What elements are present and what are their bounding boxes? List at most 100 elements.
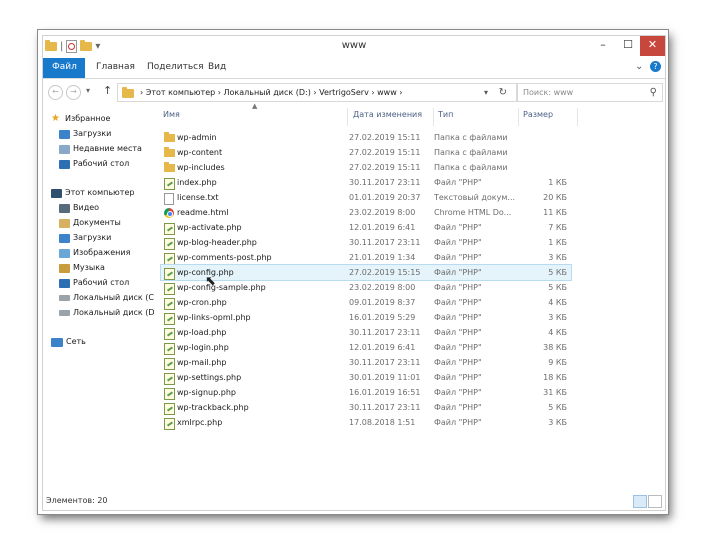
large-icons-view-button[interactable] (648, 495, 662, 508)
search-input[interactable]: Поиск: www ⚲ (517, 83, 663, 102)
file-type: Папка с файлами (434, 163, 508, 172)
address-dropdown-icon[interactable]: ▾ (484, 84, 488, 101)
file-date: 12.01.2019 6:41 (349, 343, 416, 352)
sidebar-item-drive-d[interactable]: Локальный диск (D (59, 306, 155, 320)
file-date: 27.02.2019 15:15 (349, 268, 421, 277)
sidebar-item-desktop-pc[interactable]: Рабочий стол (59, 276, 129, 290)
refresh-icon[interactable]: ↻ (499, 84, 507, 101)
file-type: Файл "PHP" (434, 178, 482, 187)
help-icon[interactable]: ? (650, 61, 661, 72)
downloads-icon (59, 233, 70, 243)
php-file-icon (164, 268, 175, 280)
file-size: 5 КБ (548, 268, 567, 277)
file-row[interactable]: license.txt 01.01.2019 20:37 Текстовый док… (161, 190, 571, 205)
tab-home[interactable]: Главная (87, 58, 144, 78)
file-name: wp-comments-post.php (177, 253, 272, 262)
sidebar-item-documents[interactable]: Документы (59, 216, 121, 230)
recent-locations-icon[interactable]: ▾ (86, 86, 90, 95)
folder-icon (164, 132, 175, 142)
back-button[interactable]: ← (48, 85, 63, 100)
file-date: 16.01.2019 5:29 (349, 313, 416, 322)
column-divider[interactable] (433, 108, 434, 126)
file-type: Файл "PHP" (434, 223, 482, 232)
up-button[interactable]: ↑ (103, 84, 112, 97)
sidebar-item-label: Локальный диск (C (73, 293, 154, 302)
file-name: wp-config-sample.php (177, 283, 266, 292)
file-date: 16.01.2019 16:51 (349, 388, 421, 397)
sidebar-item-pictures[interactable]: Изображения (59, 246, 130, 260)
file-name: wp-links-opml.php (177, 313, 251, 322)
file-name: wp-blog-header.php (177, 238, 257, 247)
file-row[interactable]: wp-activate.php 12.01.2019 6:41 Файл "PHP"… (161, 220, 571, 235)
file-row[interactable]: wp-includes 27.02.2019 15:11 Папка с файла… (161, 160, 571, 175)
sidebar-item-videos[interactable]: Видео (59, 201, 99, 215)
expand-ribbon-icon[interactable]: ⌄ (635, 61, 643, 72)
window-title: www (341, 40, 367, 51)
file-size: 3 КБ (548, 313, 567, 322)
file-row[interactable]: wp-mail.php 30.11.2017 23:11 Файл "PHP" 9 К… (161, 355, 571, 370)
sidebar-item-desktop[interactable]: Рабочий стол (59, 157, 129, 171)
file-row[interactable]: index.php 30.11.2017 23:11 Файл "PHP" 1 КБ (161, 175, 571, 190)
details-view-button[interactable] (633, 495, 647, 508)
file-row[interactable]: wp-comments-post.php 21.01.2019 1:34 Файл … (161, 250, 571, 265)
sidebar-item-downloads[interactable]: Загрузки (59, 127, 111, 141)
sidebar-favorites[interactable]: ★ Избранное (51, 112, 110, 126)
php-file-icon (164, 403, 175, 415)
minimize-button[interactable]: – (591, 36, 615, 56)
column-divider[interactable] (347, 108, 348, 126)
file-row[interactable]: wp-content 27.02.2019 15:11 Папка с файлам… (161, 145, 571, 160)
file-size: 5 КБ (548, 283, 567, 292)
file-type: Файл "PHP" (434, 343, 482, 352)
tab-view[interactable]: Вид (199, 58, 235, 78)
file-size: 1 КБ (548, 238, 567, 247)
column-header-type[interactable]: Тип (438, 110, 453, 119)
title-bar: | ▾ www – ☐ ✕ (43, 36, 665, 58)
file-row[interactable]: wp-cron.php 09.01.2019 8:37 Файл "PHP" 4 КБ (161, 295, 571, 310)
file-row[interactable]: wp-load.php 30.11.2017 23:11 Файл "PHP" 4 К… (161, 325, 571, 340)
file-row[interactable]: wp-links-opml.php 16.01.2019 5:29 Файл "PH… (161, 310, 571, 325)
file-row[interactable]: wp-settings.php 30.01.2019 11:01 Файл "PHP… (161, 370, 571, 385)
close-button[interactable]: ✕ (640, 36, 665, 56)
file-name: wp-signup.php (177, 388, 236, 397)
videos-icon (59, 203, 70, 213)
file-date: 30.11.2017 23:11 (349, 178, 421, 187)
address-bar[interactable]: › Этот компьютер › Локальный диск (D:) ›… (117, 83, 517, 102)
file-date: 27.02.2019 15:11 (349, 133, 421, 142)
drive-icon (59, 310, 70, 316)
file-type: Файл "PHP" (434, 403, 482, 412)
sidebar-item-music[interactable]: Музыка (59, 261, 105, 275)
breadcrumb[interactable]: › Этот компьютер › Локальный диск (D:) ›… (140, 84, 402, 101)
file-name: wp-mail.php (177, 358, 227, 367)
column-divider[interactable] (577, 108, 578, 126)
file-date: 23.02.2019 8:00 (349, 208, 416, 217)
file-row[interactable]: wp-blog-header.php 30.11.2017 23:11 Файл "… (161, 235, 571, 250)
sidebar-item-drive-c[interactable]: Локальный диск (C (59, 291, 154, 305)
file-name: wp-login.php (177, 343, 229, 352)
folder-icon (164, 147, 175, 157)
sidebar-network[interactable]: Сеть (51, 335, 86, 349)
file-row[interactable]: wp-config.php 27.02.2019 15:15 Файл "PHP" 5… (160, 264, 572, 281)
file-row[interactable]: xmlrpc.php 17.08.2018 1:51 Файл "PHP" 3 КБ (161, 415, 571, 430)
sidebar-item-downloads-pc[interactable]: Загрузки (59, 231, 111, 245)
maximize-button[interactable]: ☐ (616, 36, 640, 56)
explorer-window: | ▾ www – ☐ ✕ Файл Главная Поделиться Ви… (42, 35, 666, 511)
file-type: Файл "PHP" (434, 283, 482, 292)
file-row[interactable]: wp-config-sample.php 23.02.2019 8:00 Файл … (161, 280, 571, 295)
column-header-name[interactable]: Имя (163, 110, 180, 119)
file-row[interactable]: wp-trackback.php 30.11.2017 23:11 Файл "PH… (161, 400, 571, 415)
sidebar-item-recent-places[interactable]: Недавние места (59, 142, 142, 156)
tab-file[interactable]: Файл (43, 58, 85, 78)
file-row[interactable]: wp-admin 27.02.2019 15:11 Папка с файлами (161, 130, 571, 145)
file-row[interactable]: readme.html 23.02.2019 8:00 Chrome HTML Do… (161, 205, 571, 220)
php-file-icon (164, 313, 175, 325)
sidebar-this-pc[interactable]: Этот компьютер (51, 186, 134, 200)
file-name: wp-cron.php (177, 298, 227, 307)
recent-places-icon (59, 144, 70, 154)
forward-button[interactable]: → (66, 85, 81, 100)
column-header-date[interactable]: Дата изменения (353, 110, 422, 119)
column-divider[interactable] (518, 108, 519, 126)
file-row[interactable]: wp-signup.php 16.01.2019 16:51 Файл "PHP" 3… (161, 385, 571, 400)
column-header-size[interactable]: Размер (523, 110, 553, 119)
file-icon-wrapper (164, 162, 175, 173)
file-row[interactable]: wp-login.php 12.01.2019 6:41 Файл "PHP" 38 … (161, 340, 571, 355)
